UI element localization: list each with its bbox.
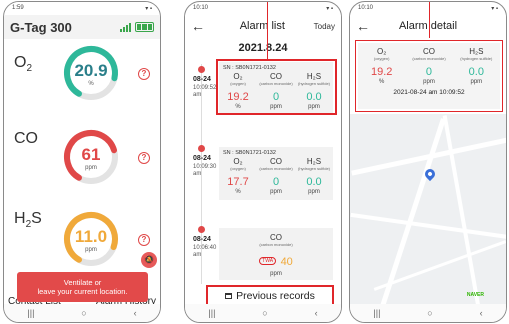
twa-reading: TWA 40 [219, 252, 333, 270]
recents-icon[interactable]: ||| [373, 308, 380, 318]
status-bar: 1:59 ▾ ▪ [4, 2, 160, 14]
gas-monitor-screen: 1:59 ▾ ▪ G-Tag 300 O2 20.9 % ? CO 61 ppm [3, 1, 161, 323]
status-bar: 10:10 ▾ ▪ [185, 2, 341, 14]
entry-date: 08-24 [193, 76, 211, 83]
back-arrow-icon[interactable]: ← [191, 18, 211, 34]
app-title: G-Tag 300 [10, 19, 72, 35]
timeline-dot [198, 226, 205, 233]
entry-time: 10:09:30 am [193, 164, 217, 177]
entry-date: 08-24 [193, 236, 211, 243]
home-icon[interactable]: ○ [427, 308, 432, 318]
system-nav-bar: ||| ○ ‹ [4, 304, 160, 322]
timeline-dot [198, 145, 205, 152]
serial-number: SN : SB0N1721-0132 [223, 150, 276, 156]
status-bar: 10:10 ▾ ▪ [350, 2, 506, 14]
h2s-value: 11.0 [74, 227, 108, 246]
home-icon[interactable]: ○ [81, 308, 86, 318]
back-nav-icon[interactable]: ‹ [315, 308, 318, 318]
gas-desc: (carbon monoxide) [259, 242, 293, 247]
device-status [120, 22, 154, 32]
annotation-line [429, 2, 430, 38]
entry-time: 10:06:40 am [193, 245, 217, 258]
co-gauge: 61 ppm [62, 128, 120, 186]
alarm-list-screen: 10:10 ▾ ▪ ← Alarm list Today 2021.8.24 0… [184, 1, 342, 323]
ventilate-line2: leave your current location. [37, 287, 128, 296]
back-nav-icon[interactable]: ‹ [134, 308, 137, 318]
status-time: 1:59 [12, 5, 24, 11]
co-help-icon[interactable]: ? [138, 152, 150, 164]
gas-unit: ppm [270, 271, 282, 277]
system-nav-bar: ||| ○ ‹ [185, 304, 341, 322]
entry-time: 10:09:52 am [193, 85, 217, 98]
alarm-card[interactable]: SN : SB0N1721-0132 O₂ (oxygen) 17.7 % CO… [219, 147, 333, 200]
co-unit: ppm [85, 165, 97, 171]
status-icons: ▾ ▪ [326, 5, 333, 12]
back-arrow-icon[interactable]: ← [356, 18, 376, 34]
status-icons: ▾ ▪ [491, 5, 498, 12]
gas-name: CO [270, 233, 282, 242]
status-icons: ▾ ▪ [145, 5, 152, 12]
gas-reading-h2s: H₂S (hydrogen sulfide) 0.0 ppm [297, 157, 331, 195]
battery-icon [135, 22, 154, 32]
signal-icon [120, 22, 131, 32]
entry-date: 08-24 [193, 155, 211, 162]
previous-records-label: Previous records [236, 290, 315, 302]
ventilate-line1: Ventilate or [63, 278, 102, 287]
alarm-card[interactable]: CO (carbon monoxide) TWA 40 ppm [219, 228, 333, 280]
gas-reading-h2s: H₂S (hydrogen sulfide) 0.0 ppm [460, 47, 493, 85]
page-title: Alarm list [239, 20, 285, 32]
co-label: CO [14, 130, 38, 147]
date-header: 2021.8.24 [238, 42, 288, 54]
gas-readings: O₂ (oxygen) 17.7 % CO (carbon monoxide) … [219, 157, 333, 195]
gas-readings: O₂ (oxygen) 19.2 % CO (carbon monoxide) … [358, 47, 500, 85]
annotation-line [267, 2, 268, 59]
o2-value: 20.9 [74, 61, 108, 80]
gas-reading-o2: O₂ (oxygen) 17.7 % [227, 157, 249, 195]
location-map[interactable]: NAVER [350, 114, 506, 304]
gas-value: 40 [280, 256, 293, 268]
app-bar: ← Alarm list Today [185, 15, 341, 37]
highlight-box [216, 59, 337, 115]
alarm-detail-screen: 10:10 ▾ ▪ ← Alarm detail O₂ (oxygen) 19.… [349, 1, 507, 323]
page-title: Alarm detail [398, 20, 458, 32]
o2-unit: % [88, 81, 94, 87]
gas-reading-co: CO (carbon monoxide) 0 ppm [412, 47, 446, 85]
gas-reading-co: CO (carbon monoxide) 0 ppm [259, 157, 293, 195]
h2s-help-icon[interactable]: ? [138, 234, 150, 246]
app-bar: ← Alarm detail [350, 15, 506, 37]
alarm-timestamp: 2021-08-24 am 10:09:52 [393, 89, 465, 96]
recents-icon[interactable]: ||| [27, 308, 34, 318]
map-brand: NAVER [466, 292, 484, 298]
o2-label: O2 [14, 54, 33, 75]
calendar-icon [225, 293, 233, 299]
alarm-mute-icon[interactable]: 🔕 [141, 252, 157, 268]
status-time: 10:10 [193, 5, 209, 11]
detail-card: O₂ (oxygen) 19.2 % CO (carbon monoxide) … [358, 43, 500, 109]
recents-icon[interactable]: ||| [208, 308, 215, 318]
status-time: 10:10 [358, 5, 374, 11]
today-button[interactable]: Today [314, 22, 335, 31]
o2-help-icon[interactable]: ? [138, 68, 150, 80]
h2s-gauge: 11.0 ppm [62, 210, 120, 268]
ventilate-alert-banner[interactable]: Ventilate or leave your current location… [17, 272, 148, 302]
h2s-label: H2S [14, 210, 42, 231]
app-header: G-Tag 300 [4, 15, 160, 39]
co-value: 61 [81, 145, 101, 164]
gas-reading-o2: O₂ (oxygen) 19.2 % [370, 47, 393, 85]
twa-badge: TWA [259, 256, 277, 265]
h2s-unit: ppm [85, 247, 97, 253]
home-icon[interactable]: ○ [262, 308, 267, 318]
timeline-dot [198, 66, 205, 73]
back-nav-icon[interactable]: ‹ [480, 308, 483, 318]
system-nav-bar: ||| ○ ‹ [350, 304, 506, 322]
o2-gauge: 20.9 % [62, 44, 120, 102]
